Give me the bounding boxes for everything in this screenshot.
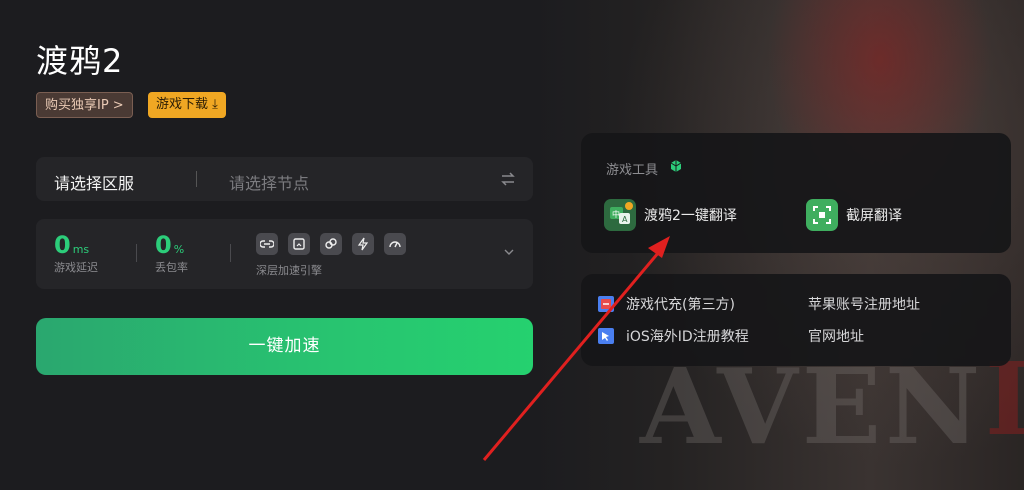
buy-exclusive-ip-button[interactable]: 购买独享IP > bbox=[36, 92, 133, 118]
engine-label: 深层加速引擎 bbox=[256, 264, 322, 277]
packet-loss-unit: % bbox=[173, 243, 185, 256]
divider bbox=[136, 244, 137, 262]
game-download-button[interactable]: 游戏下载 ⤓ bbox=[148, 92, 226, 118]
screenshot-translate-icon bbox=[806, 199, 838, 231]
cube-icon bbox=[670, 160, 682, 172]
tutorial-icon bbox=[598, 328, 614, 344]
link-ios-tutorial[interactable]: iOS海外ID注册教程 bbox=[598, 326, 749, 346]
packet-loss-value: 0 bbox=[155, 231, 172, 259]
svg-text:中: 中 bbox=[612, 209, 620, 219]
server-selector[interactable]: 请选择区服 请选择节点 bbox=[36, 157, 533, 201]
link-recharge[interactable]: 游戏代充(第三方) bbox=[598, 294, 735, 314]
stats-panel: 0 ms 游戏延迟 0% 丢包率 深层加速引擎 bbox=[36, 219, 533, 289]
tool-label: 截屏翻译 bbox=[846, 208, 902, 224]
latency-label: 游戏延迟 bbox=[54, 261, 98, 274]
latency-unit: ms bbox=[72, 243, 90, 256]
packet-loss-label: 丢包率 bbox=[155, 261, 188, 274]
packet-loss-stat: 0% 丢包率 bbox=[155, 231, 188, 275]
divider bbox=[230, 244, 231, 262]
link-label: iOS海外ID注册教程 bbox=[626, 329, 749, 345]
tool-label: 渡鸦2一键翻译 bbox=[644, 208, 737, 224]
tool-screenshot-translate[interactable]: 截屏翻译 bbox=[806, 199, 902, 231]
engine-icons bbox=[256, 233, 406, 255]
swap-icon[interactable] bbox=[499, 170, 517, 188]
svg-text:A: A bbox=[622, 215, 628, 224]
divider bbox=[196, 171, 197, 187]
region-select[interactable]: 请选择区服 bbox=[54, 170, 134, 194]
speedometer-icon[interactable] bbox=[384, 233, 406, 255]
screen-icon[interactable] bbox=[288, 233, 310, 255]
tool-translate[interactable]: 中 A 渡鸦2一键翻译 bbox=[604, 199, 737, 231]
link-label: 苹果账号注册地址 bbox=[808, 297, 920, 313]
latency-stat: 0 ms 游戏延迟 bbox=[54, 231, 98, 275]
link-label: 游戏代充(第三方) bbox=[626, 297, 735, 313]
lightning-icon[interactable] bbox=[352, 233, 374, 255]
tools-title: 游戏工具 bbox=[606, 163, 659, 178]
one-click-boost-button[interactable]: 一键加速 bbox=[36, 318, 533, 375]
link-official-site[interactable]: 官网地址 bbox=[808, 326, 864, 346]
link-apple-account[interactable]: 苹果账号注册地址 bbox=[808, 294, 920, 314]
rings-icon[interactable] bbox=[320, 233, 342, 255]
links-panel: 游戏代充(第三方) 苹果账号注册地址 iOS海外ID注册教程 官网地址 bbox=[581, 274, 1011, 366]
link-label: 官网地址 bbox=[808, 329, 864, 345]
translate-icon: 中 A bbox=[604, 199, 636, 231]
game-tools-panel: 游戏工具 中 A 渡鸦2一键翻译 截屏翻译 bbox=[581, 133, 1011, 253]
link-icon[interactable] bbox=[256, 233, 278, 255]
recharge-icon bbox=[598, 296, 614, 312]
latency-value: 0 bbox=[54, 231, 71, 259]
game-title: 渡鸦2 bbox=[36, 42, 124, 80]
node-select[interactable]: 请选择节点 bbox=[229, 170, 309, 194]
chevron-down-icon[interactable] bbox=[503, 246, 515, 258]
